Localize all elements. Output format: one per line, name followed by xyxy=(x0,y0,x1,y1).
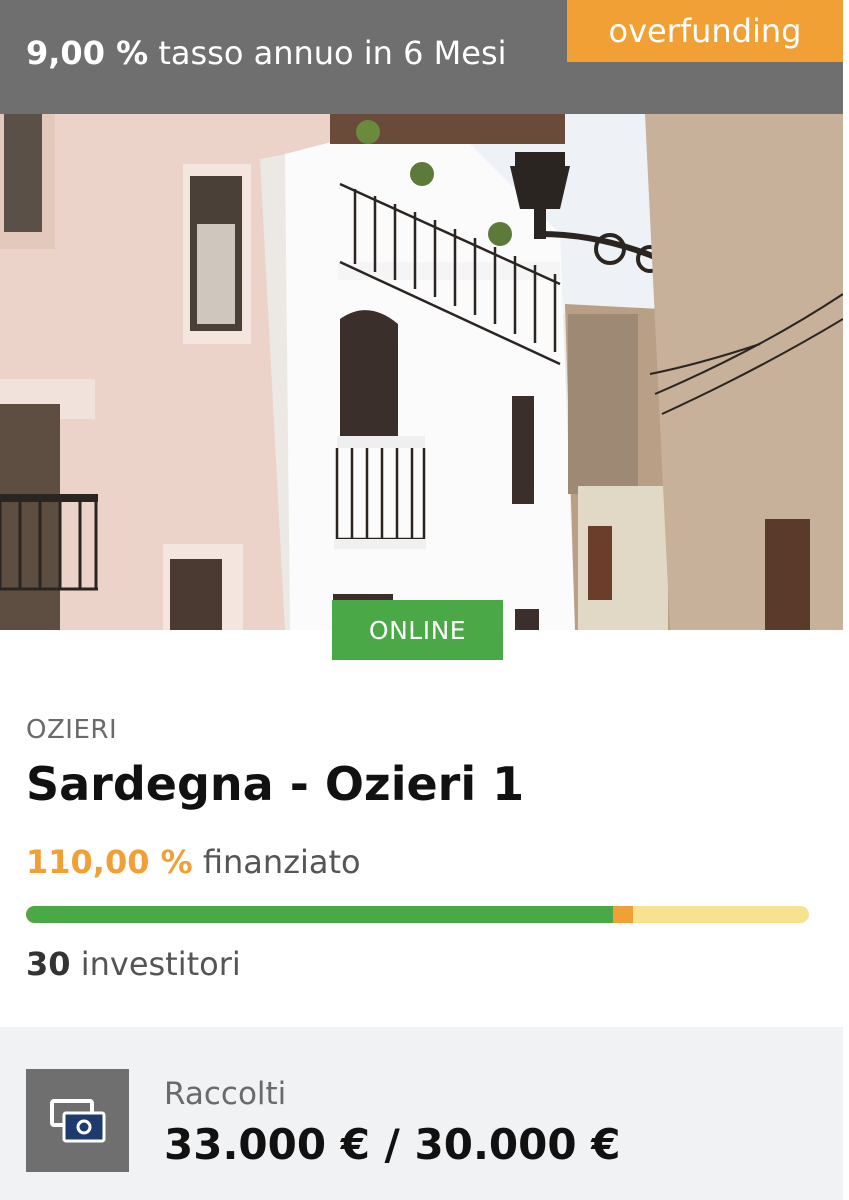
funding-progress-bar xyxy=(26,906,809,923)
raised-label: Raccolti xyxy=(164,1076,287,1112)
funded-label: finanziato xyxy=(202,843,361,881)
raised-value: 33.000 € / 30.000 € xyxy=(164,1120,621,1169)
status-badge: ONLINE xyxy=(332,600,503,660)
investors-number: 30 xyxy=(26,945,71,983)
funded-percentage: 110,00 % finanziato xyxy=(26,843,361,881)
page-edge xyxy=(843,0,849,1200)
money-icon xyxy=(26,1069,129,1172)
funded-value: 110,00 % xyxy=(26,843,193,881)
investors-count: 30 investitori xyxy=(26,945,241,983)
project-city: OZIERI xyxy=(26,715,118,745)
rate-description: tasso annuo in 6 Mesi xyxy=(158,34,507,72)
rate-value: 9,00 % xyxy=(26,34,149,72)
project-card[interactable]: 9,00 % tasso annuo in 6 Mesi overfunding xyxy=(0,0,843,1200)
project-title[interactable]: Sardegna - Ozieri 1 xyxy=(26,757,524,811)
project-photo xyxy=(0,114,843,630)
interest-rate: 9,00 % tasso annuo in 6 Mesi xyxy=(26,34,507,72)
investors-label: investitori xyxy=(80,945,241,983)
progress-target-segment xyxy=(26,906,614,923)
overfunding-badge: overfunding xyxy=(567,0,843,62)
